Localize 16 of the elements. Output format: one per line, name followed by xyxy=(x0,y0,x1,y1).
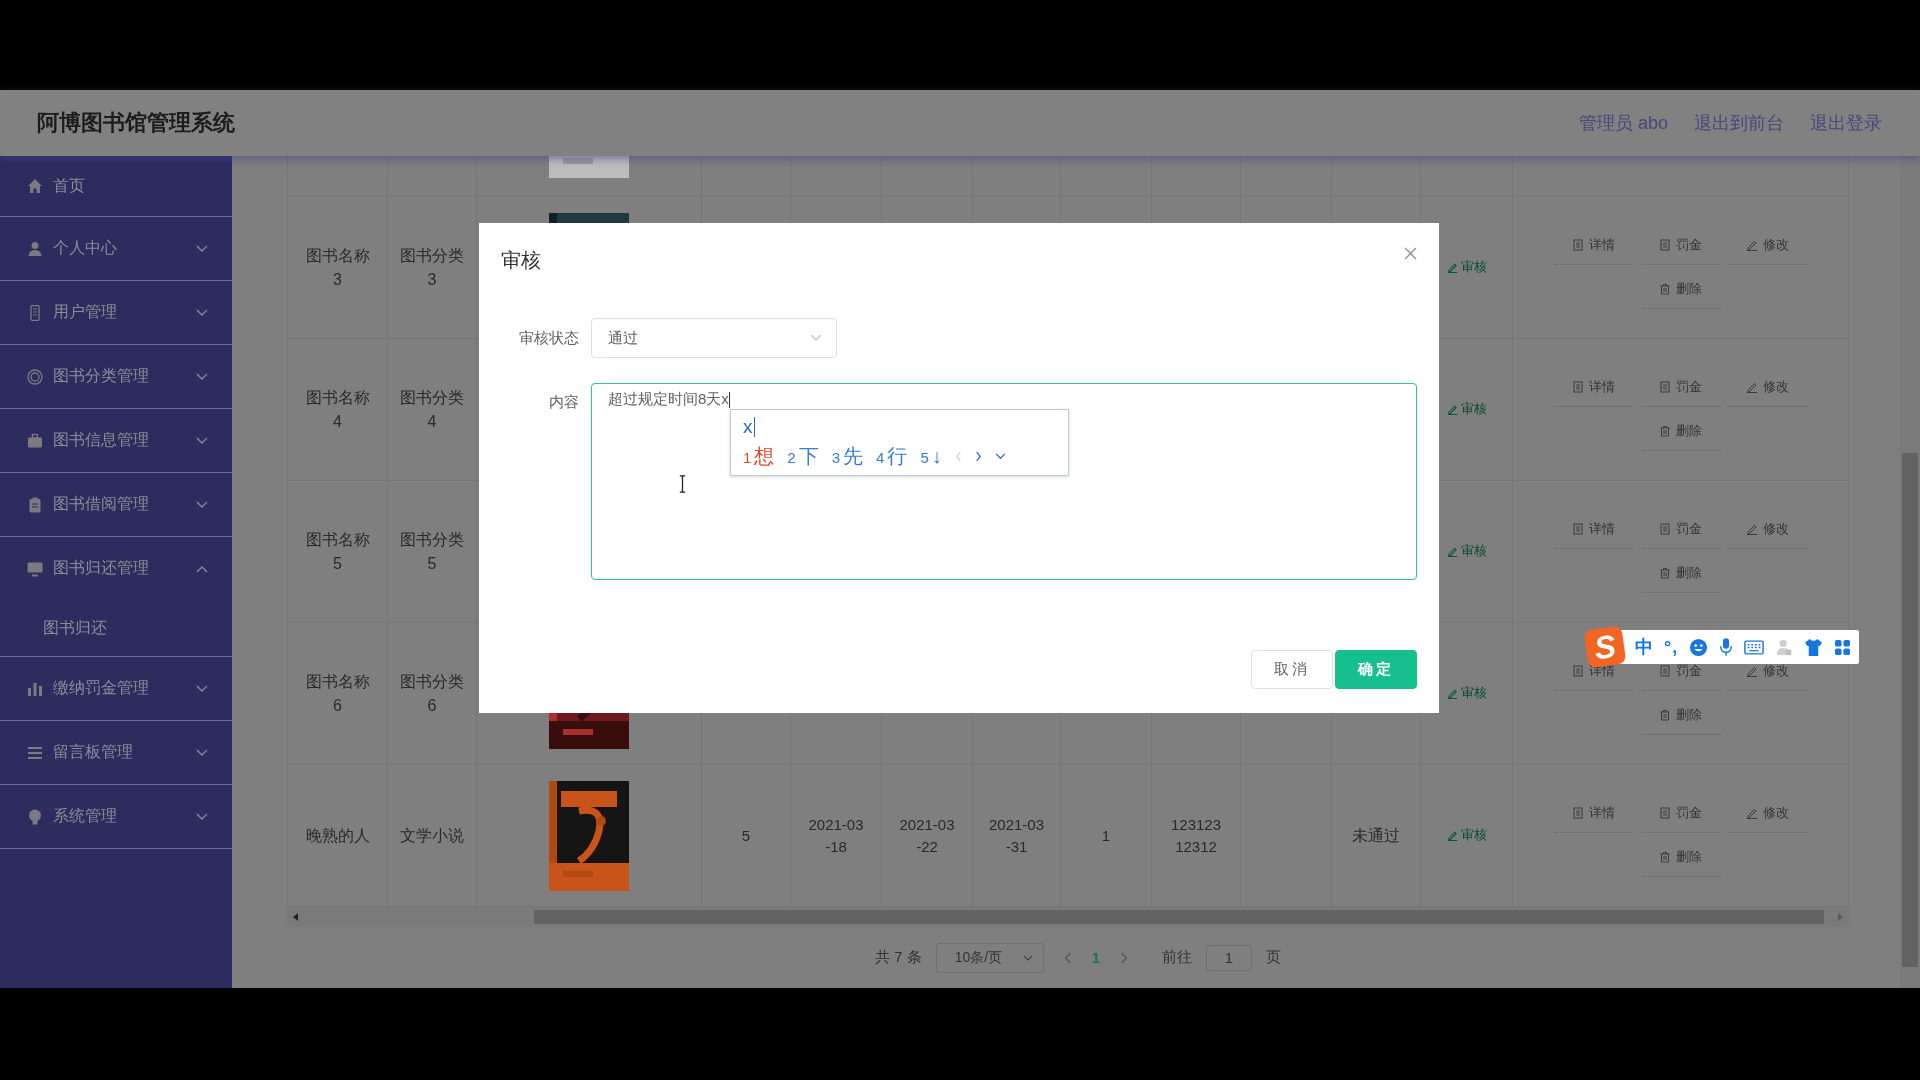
table-cell: 图书分类4 xyxy=(388,339,477,481)
field-label: 审核状态 xyxy=(518,328,580,348)
table-cell: 图书名称6 xyxy=(288,623,388,765)
ime-composition: x xyxy=(743,415,755,439)
table-cell: 图书名称5 xyxy=(288,481,388,623)
app-title: 阿博图书馆管理系统 xyxy=(37,109,235,137)
goto-label: 前往 xyxy=(1162,948,1192,967)
table-cell: 图书分类3 xyxy=(388,197,477,339)
page-suffix: 页 xyxy=(1266,948,1281,967)
table-cell: 图书名称4 xyxy=(288,339,388,481)
field-label: 内容 xyxy=(548,392,580,412)
table-cell: 图书分类5 xyxy=(388,481,477,623)
table-cell: 图书名称3 xyxy=(288,197,388,339)
table-cell: 图书分类6 xyxy=(388,623,477,765)
dialog-title: 审核 xyxy=(501,248,541,273)
total-count: 共 7 条 xyxy=(875,948,922,967)
